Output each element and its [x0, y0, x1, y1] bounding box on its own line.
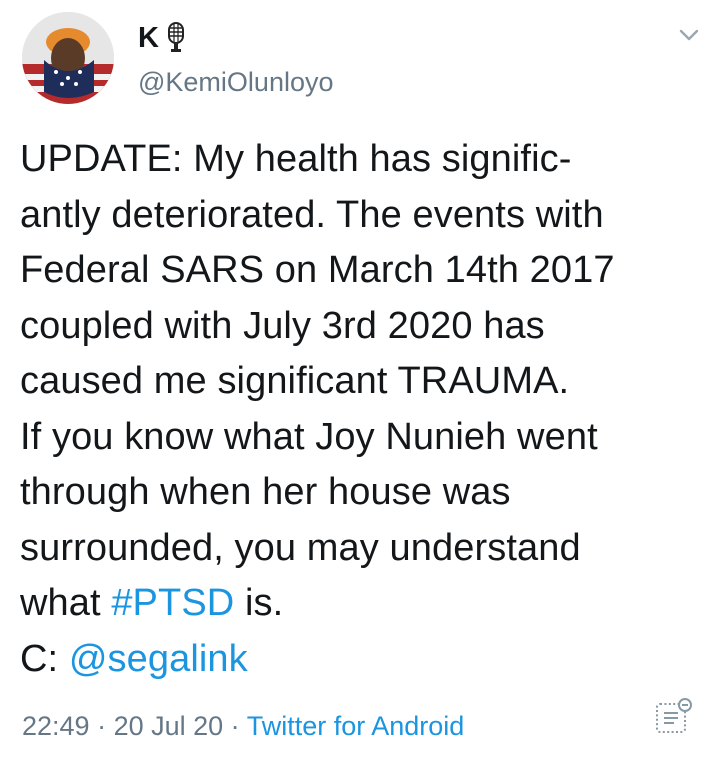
text-fragment: what [20, 582, 112, 624]
display-name[interactable]: K [138, 22, 187, 54]
tweet-text-line: what #PTSD is. [20, 576, 710, 632]
tweet-date[interactable]: 20 Jul 20 [114, 711, 224, 741]
tweet-text: UPDATE: My health has signific- antly de… [20, 132, 710, 687]
tweet-text-line: C: @segalink [20, 632, 710, 688]
tweet-text-line: surrounded, you may understand [20, 526, 581, 569]
hashtag-link[interactable]: #PTSD [111, 582, 234, 624]
tweet: K @KemiOlunloyo UPDATE: My health has si… [0, 0, 720, 765]
display-name-text[interactable]: K [138, 23, 159, 53]
text-fragment: C: [20, 637, 69, 680]
separator: · [89, 711, 114, 741]
tweet-text-line: Federal SARS on March 14th 2017 [20, 249, 615, 291]
tweet-metadata: 22:49 · 20 Jul 20 · Twitter for Android [22, 708, 464, 744]
text-fragment: is. [234, 582, 284, 624]
tweet-text-line: UPDATE: My health has signific- [20, 138, 572, 180]
tweet-source-link[interactable]: Twitter for Android [247, 711, 465, 741]
tweet-text-line: caused me significant TRAUMA. [20, 360, 570, 402]
analytics-icon[interactable] [654, 696, 694, 736]
handle[interactable]: @KemiOlunloyo [138, 66, 334, 98]
avatar[interactable] [22, 12, 114, 104]
chevron-down-icon[interactable] [676, 22, 702, 48]
tweet-text-line: If you know what Joy Nunieh went [20, 415, 598, 458]
microphone-icon [165, 22, 187, 54]
tweet-text-line: coupled with July 3rd 2020 has [20, 304, 545, 347]
mention-link[interactable]: @segalink [69, 638, 248, 680]
tweet-text-line: antly deteriorated. The events with [20, 193, 604, 236]
tweet-time[interactable]: 22:49 [22, 711, 90, 741]
tweet-text-line: through when her house was [20, 471, 511, 513]
separator: · [223, 711, 247, 741]
